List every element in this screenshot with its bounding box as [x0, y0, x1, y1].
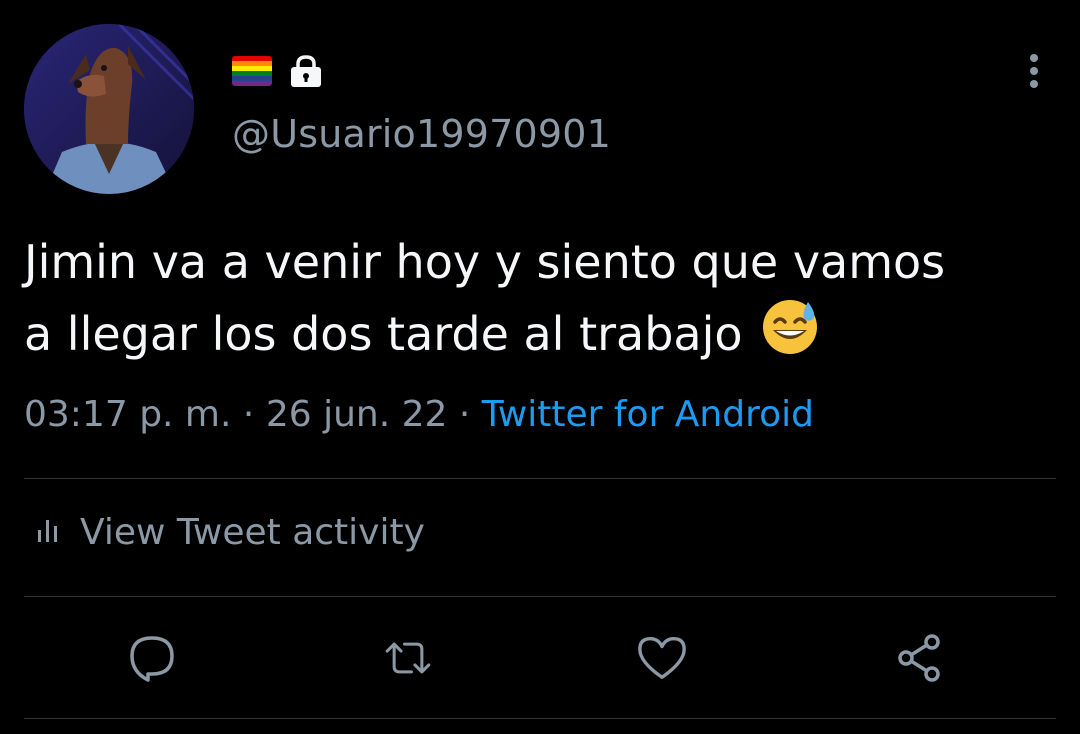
- divider: [24, 718, 1056, 719]
- heart-icon: [638, 637, 686, 679]
- share-button[interactable]: [894, 632, 946, 684]
- divider: [24, 478, 1056, 479]
- rainbow-flag-icon: [232, 56, 272, 86]
- display-name-row: [232, 54, 324, 88]
- avatar[interactable]: [24, 24, 194, 194]
- tweet-meta: 03:17 p. m. · 26 jun. 22 · Twitter for A…: [24, 394, 814, 435]
- divider: [24, 596, 1056, 597]
- tweet-actions-bar: [0, 624, 1080, 694]
- tweet-time: 03:17 p. m.: [24, 394, 232, 435]
- tweet-date: 26 jun. 22: [265, 394, 448, 435]
- grinning-face-with-sweat-emoji-icon: [761, 298, 819, 376]
- user-handle[interactable]: @Usuario19970901: [232, 112, 611, 156]
- lock-icon: [288, 54, 324, 88]
- tweet-source-link[interactable]: Twitter for Android: [482, 394, 814, 435]
- tweet-text: Jimin va a venir hoy y siento que vamos …: [24, 226, 1064, 376]
- meta-separator: ·: [242, 394, 255, 435]
- view-tweet-activity-label: View Tweet activity: [80, 512, 425, 553]
- bar-chart-icon: [36, 512, 62, 553]
- meta-separator: ·: [458, 394, 471, 435]
- reply-icon: [130, 636, 174, 682]
- retweet-button[interactable]: [382, 632, 434, 684]
- more-options-icon[interactable]: [1018, 50, 1050, 92]
- tweet-text-line-2-text: a llegar los dos tarde al trabajo: [24, 307, 743, 361]
- reply-button[interactable]: [126, 632, 178, 684]
- doberman-avatar-image: [24, 24, 194, 194]
- tweet-text-line-2: a llegar los dos tarde al trabajo: [24, 298, 1064, 376]
- view-tweet-activity-button[interactable]: View Tweet activity: [36, 512, 425, 553]
- tweet-text-line-1: Jimin va a venir hoy y siento que vamos: [24, 235, 946, 289]
- share-icon: [898, 634, 940, 682]
- like-button[interactable]: [636, 632, 688, 684]
- retweet-icon: [385, 642, 431, 674]
